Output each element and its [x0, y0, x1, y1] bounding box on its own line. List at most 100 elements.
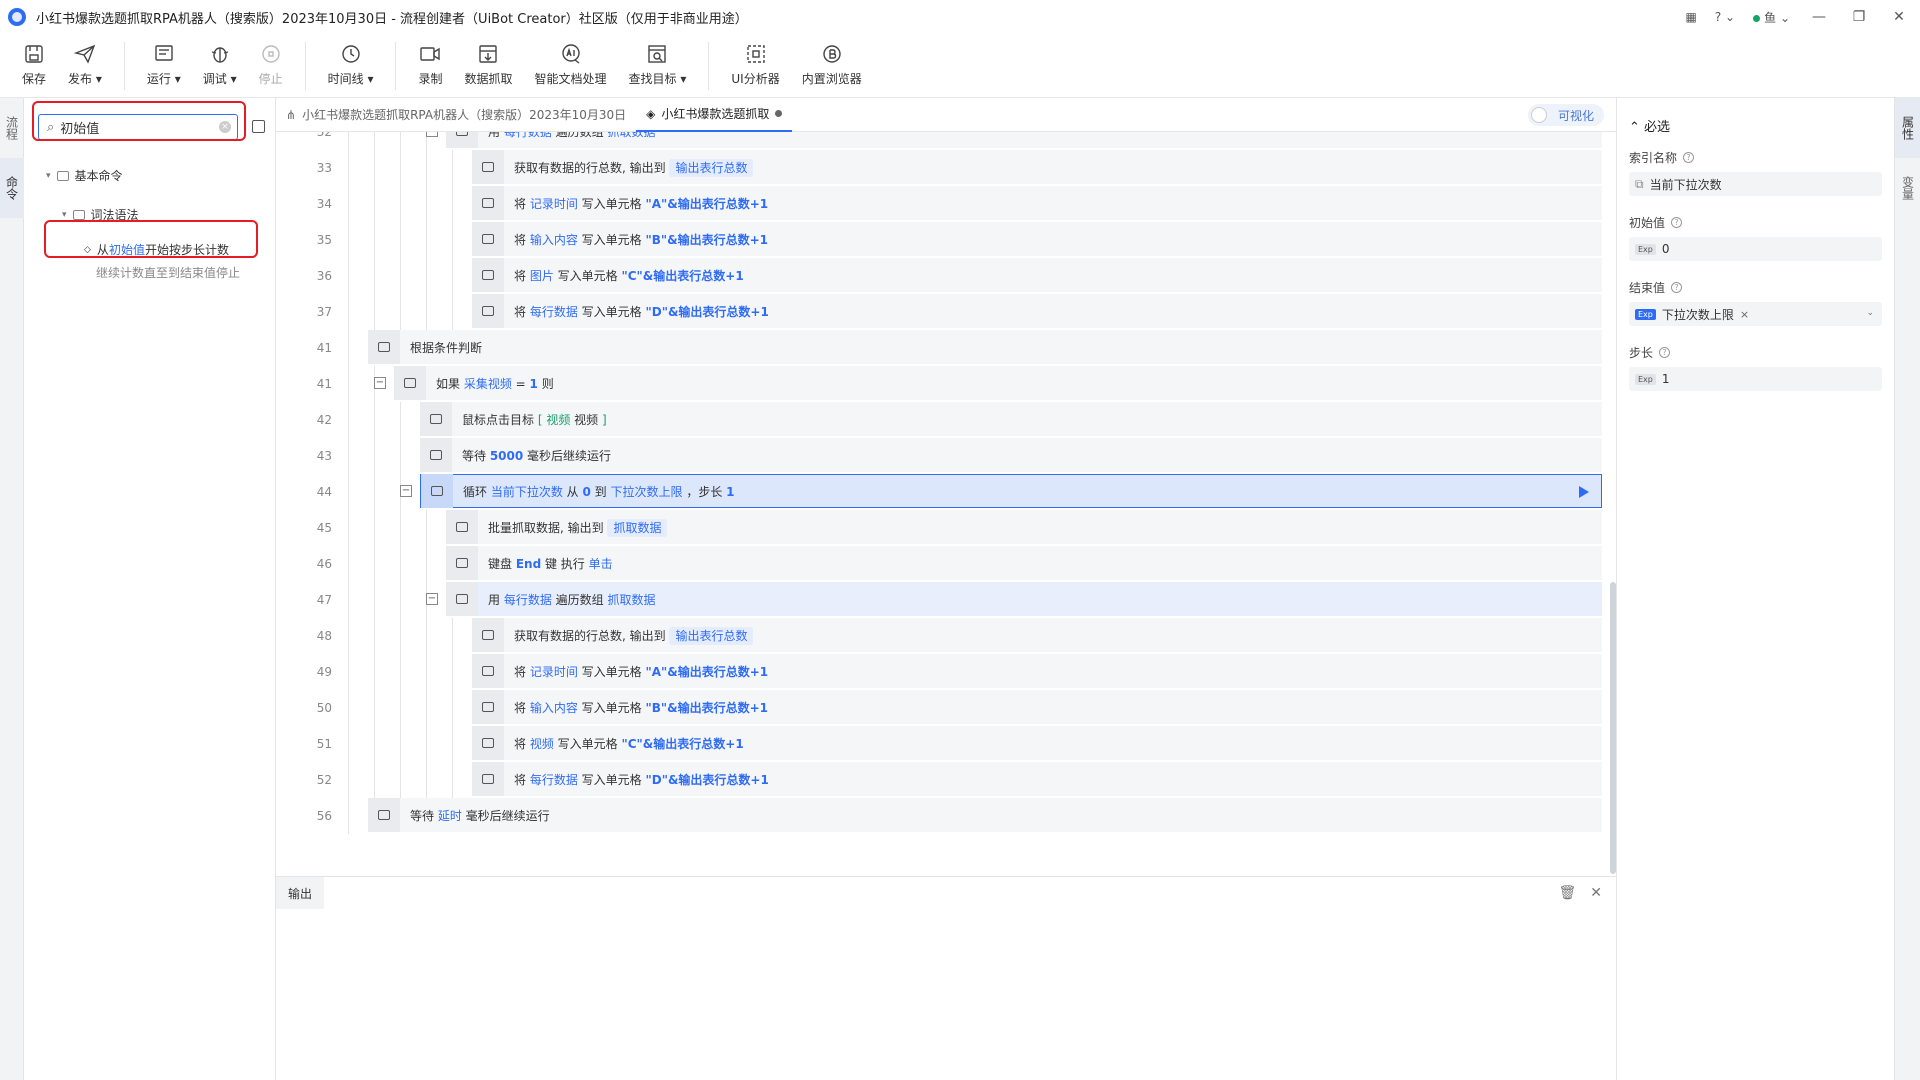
ui-analyzer-button[interactable]: UI分析器	[731, 34, 780, 87]
apps-grid-icon[interactable]: ▦	[1686, 10, 1697, 24]
code-row[interactable]: 44 − 循环 当前下拉次数 从 0 到 下拉次数上限 ，步长 1	[276, 474, 1606, 510]
help-icon[interactable]: ?	[1683, 152, 1695, 163]
close-icon[interactable]: ✕	[1590, 885, 1602, 901]
code-row[interactable]: 49 将 记录时间 写入单元格 "A"&输出表行总数+1	[276, 654, 1606, 690]
save-button[interactable]: 保存	[22, 34, 46, 87]
indent-guide	[374, 510, 375, 546]
help-icon[interactable]: ?	[1659, 347, 1671, 358]
code-row[interactable]: 36 将 图片 写入单元格 "C"&输出表行总数+1	[276, 258, 1606, 294]
command-block[interactable]: 将 视频 写入单元格 "C"&输出表行总数+1	[472, 726, 1602, 760]
code-row[interactable]: 51 将 视频 写入单元格 "C"&输出表行总数+1	[276, 726, 1606, 762]
publish-button[interactable]: 发布 ▾	[68, 34, 102, 87]
command-block[interactable]: 鼠标点击目标 [ 视频 视频 ]	[420, 402, 1602, 436]
code-row[interactable]: 50 将 输入内容 写入单元格 "B"&输出表行总数+1	[276, 690, 1606, 726]
debug-button[interactable]: 调试 ▾	[203, 34, 237, 87]
command-block[interactable]: 根据条件判断	[368, 330, 1602, 364]
code-row[interactable]: 47 − 用 每行数据 遍历数组 抓取数据	[276, 582, 1606, 618]
run-from-here-icon[interactable]	[1579, 486, 1589, 498]
command-block[interactable]: 将 输入内容 写入单元格 "B"&输出表行总数+1	[472, 690, 1602, 724]
expression-toggle[interactable]: Exp	[1635, 308, 1656, 320]
code-row[interactable]: 42 鼠标点击目标 [ 视频 视频 ]	[276, 402, 1606, 438]
code-row[interactable]: 41 根据条件判断	[276, 330, 1606, 366]
user-menu[interactable]: 鱼 ⌄	[1753, 9, 1790, 26]
command-block[interactable]: 用 每行数据 遍历数组 抓取数据	[446, 132, 1602, 148]
data-scrape-button[interactable]: 数据抓取	[464, 34, 513, 87]
rail-tab-commands[interactable]: 命令	[0, 158, 24, 218]
record-button[interactable]: 录制	[418, 34, 442, 87]
tab-main-flow[interactable]: ⋔ 小红书爆款选题抓取RPA机器人（搜索版）2023年10月30日	[276, 98, 636, 132]
expression-toggle[interactable]: Exp	[1635, 243, 1656, 255]
tab-sub-flow[interactable]: ◈ 小红书爆款选题抓取	[636, 97, 793, 132]
help-menu[interactable]: ? ⌄	[1715, 10, 1735, 24]
command-block[interactable]: 将 图片 写入单元格 "C"&输出表行总数+1	[472, 258, 1602, 292]
command-block[interactable]: 将 每行数据 写入单元格 "D"&输出表行总数+1	[472, 294, 1602, 328]
code-row[interactable]: 35 将 输入内容 写入单元格 "B"&输出表行总数+1	[276, 222, 1606, 258]
visual-toggle[interactable]: 可视化	[1527, 104, 1604, 126]
smart-doc-button[interactable]: 智能文档处理	[535, 34, 607, 87]
command-block[interactable]: 将 记录时间 写入单元格 "A"&输出表行总数+1	[472, 654, 1602, 688]
code-row[interactable]: 56 等待 延时 毫秒后继续运行	[276, 798, 1606, 834]
timeline-label: 时间线	[327, 72, 364, 86]
run-button[interactable]: 运行 ▾	[147, 34, 181, 87]
remove-tag-icon[interactable]: ×	[1740, 308, 1749, 321]
index-name-field[interactable]: ⧉ 当前下拉次数	[1629, 172, 1882, 196]
builtin-browser-button[interactable]: 内置浏览器	[802, 34, 862, 87]
code-row[interactable]: 41 − 如果 采集视频 = 1 则	[276, 366, 1606, 402]
section-required[interactable]: ⌃ 必选	[1629, 116, 1882, 135]
code-row[interactable]: 52 将 每行数据 写入单元格 "D"&输出表行总数+1	[276, 762, 1606, 798]
command-block[interactable]: 循环 当前下拉次数 从 0 到 下拉次数上限 ，步长 1	[420, 474, 1602, 508]
indent-guide	[348, 690, 349, 726]
code-variable: 记录时间	[529, 196, 578, 211]
collapse-icon[interactable]: −	[426, 132, 438, 137]
code-text: 写入单元格	[577, 772, 646, 787]
command-block[interactable]: 如果 采集视频 = 1 则	[394, 366, 1602, 400]
code-row[interactable]: 43 等待 5000 毫秒后继续运行	[276, 438, 1606, 474]
command-item-counter-loop[interactable]: ◇ 从初始值开始按步长计数	[84, 241, 229, 258]
code-row[interactable]: 48 获取有数据的行总数, 输出到 输出表行总数	[276, 618, 1606, 654]
tree-category-basic[interactable]: ▾ 基本命令	[46, 167, 123, 184]
chevron-down-icon[interactable]: ⌄	[1866, 308, 1874, 318]
command-block[interactable]: 等待 延时 毫秒后继续运行	[368, 798, 1602, 832]
code-row[interactable]: 37 将 每行数据 写入单元格 "D"&输出表行总数+1	[276, 294, 1606, 330]
command-block[interactable]: 批量抓取数据, 输出到 抓取数据	[446, 510, 1602, 544]
rail-tab-variables[interactable]: 变量	[1895, 158, 1920, 218]
index-name-value: 当前下拉次数	[1649, 177, 1722, 192]
timeline-button[interactable]: 时间线 ▾	[327, 34, 373, 87]
code-row[interactable]: 34 将 记录时间 写入单元格 "A"&输出表行总数+1	[276, 186, 1606, 222]
restore-button[interactable]: ❐	[1848, 9, 1870, 25]
help-icon[interactable]: ?	[1671, 217, 1683, 228]
command-block[interactable]: 键盘 End 键 执行 单击	[446, 546, 1602, 580]
command-block[interactable]: 获取有数据的行总数, 输出到 输出表行总数	[472, 618, 1602, 652]
collapse-icon[interactable]: −	[374, 377, 386, 389]
output-tab[interactable]: 输出	[276, 877, 324, 909]
close-window-button[interactable]: ✕	[1888, 9, 1910, 25]
code-row[interactable]: 32 − 用 每行数据 遍历数组 抓取数据	[276, 132, 1606, 150]
initial-value-field[interactable]: Exp 0	[1629, 237, 1882, 261]
command-block[interactable]: 获取有数据的行总数, 输出到 输出表行总数	[472, 150, 1602, 184]
indent-guide	[400, 150, 401, 186]
code-row[interactable]: 33 获取有数据的行总数, 输出到 输出表行总数	[276, 150, 1606, 186]
find-target-button[interactable]: 查找目标 ▾	[629, 34, 686, 87]
minimize-button[interactable]: —	[1808, 9, 1830, 25]
end-value-field[interactable]: Exp 下拉次数上限 × ⌄	[1629, 302, 1882, 326]
initial-label: 初始值	[1629, 216, 1666, 230]
code-text: 键 执行	[541, 556, 589, 571]
command-block[interactable]: 用 每行数据 遍历数组 抓取数据	[446, 582, 1602, 616]
rail-tab-flow[interactable]: 流程	[0, 98, 24, 158]
rail-tab-properties[interactable]: 属性	[1895, 98, 1920, 158]
help-icon[interactable]: ?	[1671, 282, 1683, 293]
command-block[interactable]: 将 记录时间 写入单元格 "A"&输出表行总数+1	[472, 186, 1602, 220]
collapse-icon[interactable]: −	[400, 485, 412, 497]
command-block[interactable]: 等待 5000 毫秒后继续运行	[420, 438, 1602, 472]
expression-toggle[interactable]: Exp	[1635, 373, 1656, 385]
code-row[interactable]: 46 键盘 End 键 执行 单击	[276, 546, 1606, 582]
filter-icon[interactable]	[252, 120, 265, 133]
step-value-field[interactable]: Exp 1	[1629, 367, 1882, 391]
collapse-icon[interactable]: −	[426, 593, 438, 605]
trash-icon[interactable]: 🗑	[1558, 885, 1576, 901]
command-block[interactable]: 将 输入内容 写入单元格 "B"&输出表行总数+1	[472, 222, 1602, 256]
command-block[interactable]: 将 每行数据 写入单元格 "D"&输出表行总数+1	[472, 762, 1602, 796]
code-variable: 每行数据	[503, 592, 552, 607]
stop-button[interactable]: 停止	[259, 34, 283, 87]
code-row[interactable]: 45 批量抓取数据, 输出到 抓取数据	[276, 510, 1606, 546]
